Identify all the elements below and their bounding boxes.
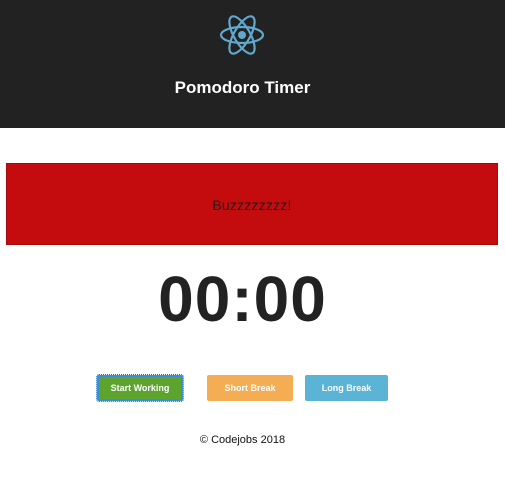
react-atom-icon [219,15,265,55]
start-working-button[interactable]: Start Working [96,374,184,402]
short-break-button[interactable]: Short Break [207,375,293,401]
alert-banner: Buzzzzzzzz! [6,163,498,245]
timer-display: 00:00 [158,263,327,335]
pomodoro-app: Pomodoro Timer Buzzzzzzzz! 00:00 Start W… [0,0,505,477]
long-break-button[interactable]: Long Break [305,375,388,401]
alert-message: Buzzzzzzzz! [212,197,292,213]
page-title: Pomodoro Timer [174,78,311,97]
app-header: Pomodoro Timer [0,0,505,128]
footer-copyright: © Codejobs 2018 [199,434,286,446]
